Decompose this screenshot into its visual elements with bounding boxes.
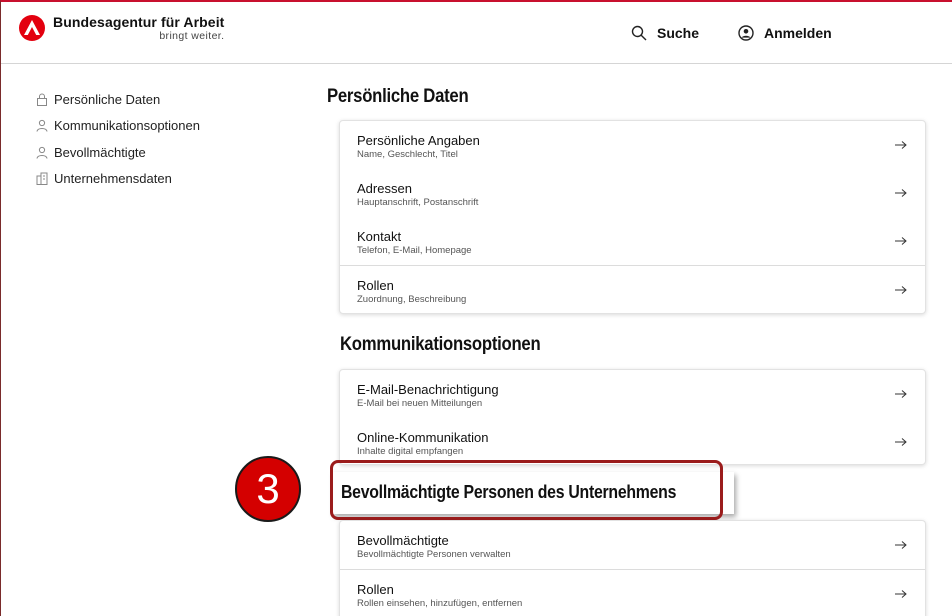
row-subtitle: Telefon, E-Mail, Homepage [357,245,472,256]
user-circle-icon [738,25,754,41]
search-button[interactable]: Suche [631,2,699,64]
arrow-right-icon [895,590,907,598]
building-icon [36,172,48,186]
login-label: Anmelden [764,25,832,41]
row-title: Online-Kommunikation [357,430,489,445]
row-title: Persönliche Angaben [357,133,480,148]
arrow-right-icon [895,141,907,149]
ba-logo-icon [19,15,45,41]
list-item-kontakt[interactable]: Kontakt Telefon, E-Mail, Homepage [340,217,925,265]
arrow-right-icon [895,390,907,398]
brand-name: Bundesagentur für Arbeit [53,14,225,30]
sidebar-item-label: Unternehmensdaten [54,171,172,187]
highlight-frame [330,460,723,520]
row-title: Rollen [357,278,394,293]
row-title: E-Mail-Benachrichtigung [357,382,499,397]
login-button[interactable]: Anmelden [738,2,832,64]
sidebar-nav: Persönliche Daten Kommunikationsoptionen… [36,86,256,192]
card-persoenliche-daten: Persönliche Angaben Name, Geschlecht, Ti… [339,120,926,314]
arrow-right-icon [895,438,907,446]
arrow-right-icon [895,541,907,549]
arrow-right-icon [895,189,907,197]
arrow-right-icon [895,286,907,294]
lock-icon [37,93,47,106]
row-subtitle: Name, Geschlecht, Titel [357,149,458,160]
person-icon [36,146,48,159]
person-icon [36,120,48,132]
row-title: Kontakt [357,229,402,244]
list-item-persoenliche-angaben[interactable]: Persönliche Angaben Name, Geschlecht, Ti… [340,121,925,169]
row-title: Rollen [357,582,394,597]
search-label: Suche [657,25,700,41]
list-item-rollen-verwalten[interactable]: Rollen Rollen einsehen, hinzufügen, entf… [340,569,925,616]
brand[interactable]: Bundesagentur für Arbeit bringt weiter. [19,15,224,42]
sidebar-item-unternehmensdaten[interactable]: Unternehmensdaten [36,166,256,193]
row-title: Adressen [357,181,412,196]
list-item-online-kommunikation[interactable]: Online-Kommunikation Inhalte digital emp… [340,418,925,466]
card-bevollmaechtigte: Bevollmächtigte Bevollmächtigte Personen… [339,520,926,616]
list-item-adressen[interactable]: Adressen Hauptanschrift, Postanschrift [340,169,925,217]
list-item-rollen[interactable]: Rollen Zuordnung, Beschreibung [340,265,925,313]
row-subtitle: Inhalte digital empfangen [357,446,464,457]
brand-slogan: bringt weiter. [159,30,225,42]
section-title-kommunikationsoptionen: Kommunikationsoptionen [340,334,541,355]
row-subtitle: Rollen einsehen, hinzufügen, entfernen [357,598,523,609]
list-item-email-benachrichtigung[interactable]: E-Mail-Benachrichtigung E-Mail bei neuen… [340,370,925,418]
sidebar-item-label: Kommunikationsoptionen [54,118,200,134]
top-header: Bundesagentur für Arbeit bringt weiter. … [1,2,952,64]
search-icon [631,25,647,41]
step-number-badge: 3 [235,456,301,522]
sidebar-item-label: Bevollmächtigte [54,144,146,160]
sidebar-item-label: Persönliche Daten [54,91,161,107]
section-title-persoenliche-daten: Persönliche Daten [327,86,469,107]
row-title: Bevollmächtigte [357,533,449,548]
sidebar-item-bevollmaechtigte[interactable]: Bevollmächtigte [36,139,256,166]
sidebar-item-persoenliche-daten[interactable]: Persönliche Daten [36,86,256,113]
row-subtitle: Hauptanschrift, Postanschrift [357,197,479,208]
arrow-right-icon [895,237,907,245]
list-item-bevollmaechtigte[interactable]: Bevollmächtigte Bevollmächtigte Personen… [340,521,925,569]
card-kommunikationsoptionen: E-Mail-Benachrichtigung E-Mail bei neuen… [339,369,926,465]
sidebar-item-kommunikationsoptionen[interactable]: Kommunikationsoptionen [36,113,256,140]
row-subtitle: Bevollmächtigte Personen verwalten [357,549,511,560]
row-subtitle: Zuordnung, Beschreibung [357,294,467,305]
row-subtitle: E-Mail bei neuen Mitteilungen [357,398,483,409]
